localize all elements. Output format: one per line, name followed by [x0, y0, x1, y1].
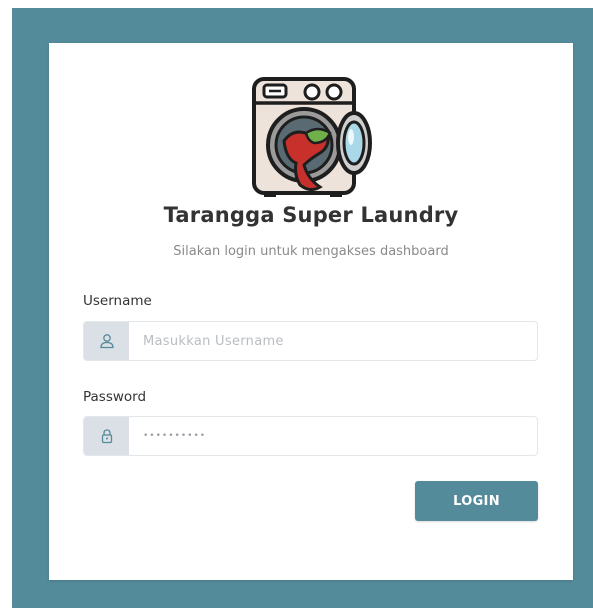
username-input-group — [83, 321, 538, 361]
login-button[interactable]: LOGIN — [415, 481, 538, 521]
password-input-group — [83, 416, 538, 456]
password-label: Password — [83, 389, 147, 405]
user-icon — [84, 322, 129, 360]
lock-icon — [84, 417, 129, 455]
washing-machine-icon — [252, 77, 372, 197]
username-input[interactable] — [129, 322, 537, 360]
app-subtitle: Silakan login untuk mengakses dashboard — [173, 244, 449, 259]
app-title: Tarangga Super Laundry — [163, 203, 459, 227]
password-input[interactable] — [129, 417, 537, 455]
username-label: Username — [83, 293, 152, 309]
